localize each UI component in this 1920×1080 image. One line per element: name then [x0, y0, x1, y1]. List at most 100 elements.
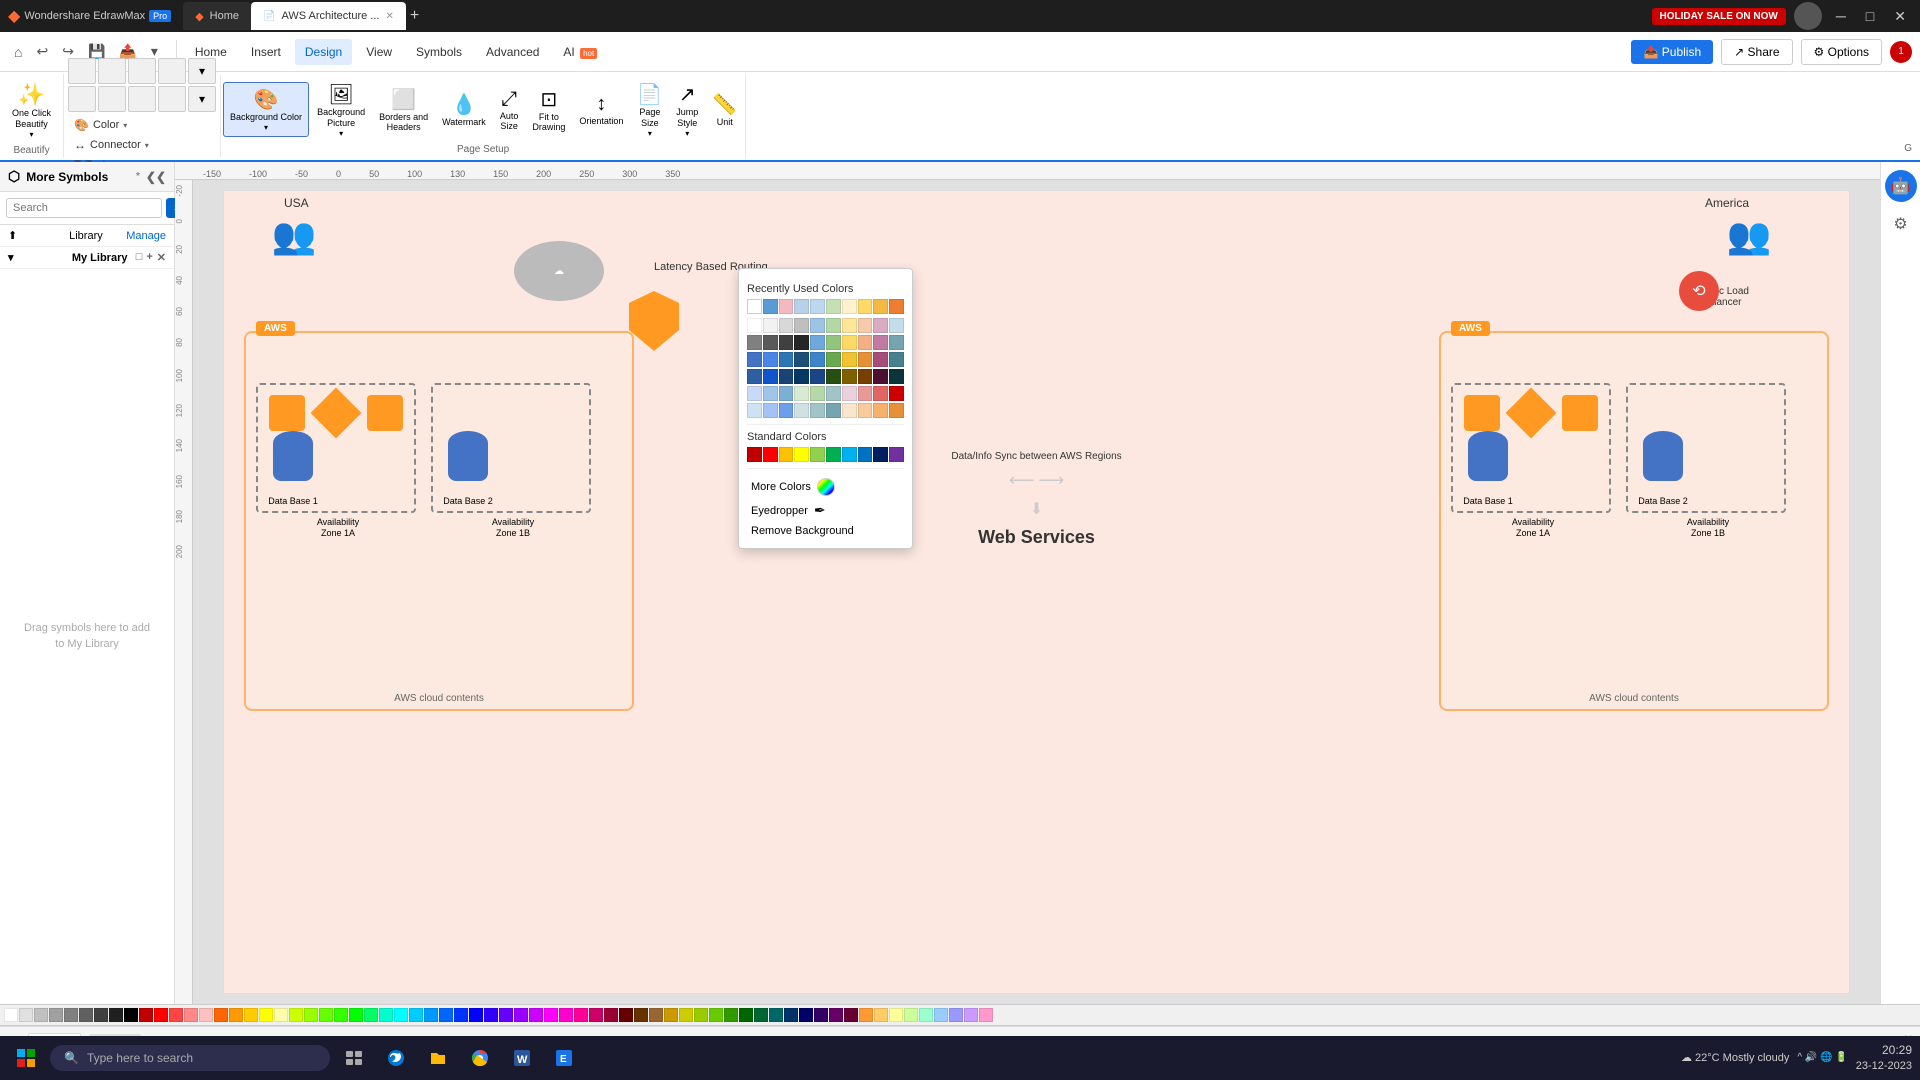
tc-5-2[interactable] — [763, 386, 778, 401]
palette-swatch[interactable] — [949, 1008, 963, 1022]
one-click-beautify-button[interactable]: ✨ One ClickBeautify ▾ — [6, 78, 57, 143]
undo-icon[interactable]: ↩ — [30, 37, 54, 66]
tc-3-1[interactable] — [747, 352, 762, 367]
palette-swatch[interactable] — [979, 1008, 993, 1022]
tc-2-4[interactable] — [794, 335, 809, 350]
swatch-ltblue[interactable] — [794, 299, 809, 314]
tab-aws[interactable]: 📄 AWS Architecture ... ✕ — [251, 2, 406, 30]
palette-swatch[interactable] — [964, 1008, 978, 1022]
tc-2-3[interactable] — [779, 335, 794, 350]
swatch-ltyellow[interactable] — [842, 299, 857, 314]
tc-3-8[interactable] — [858, 352, 873, 367]
palette-swatch[interactable] — [709, 1008, 723, 1022]
palette-swatch[interactable] — [889, 1008, 903, 1022]
tc-5-3[interactable] — [779, 386, 794, 401]
tc-3-7[interactable] — [842, 352, 857, 367]
tc-1-1[interactable] — [747, 318, 762, 333]
tc-2-5[interactable] — [810, 335, 825, 350]
expand-icon[interactable]: ▾ — [8, 251, 68, 264]
menu-view[interactable]: View — [356, 39, 402, 65]
tab-close-icon[interactable]: ✕ — [385, 11, 393, 22]
manage-link[interactable]: Manage — [126, 230, 166, 242]
jump-style-button[interactable]: ↗ JumpStyle ▾ — [670, 78, 704, 142]
eyedropper-row[interactable]: Eyedropper ✒ — [747, 499, 904, 522]
tab-home[interactable]: ◆ Home — [183, 2, 251, 30]
style-btn-2[interactable] — [98, 58, 126, 84]
add-item-icon[interactable]: + — [146, 251, 152, 264]
palette-swatch[interactable] — [319, 1008, 333, 1022]
style-btn-more[interactable]: ▾ — [188, 58, 216, 84]
std-6[interactable] — [826, 447, 841, 462]
palette-swatch[interactable] — [229, 1008, 243, 1022]
ai-panel-icon[interactable]: 🤖 — [1885, 170, 1917, 202]
palette-swatch[interactable] — [124, 1008, 138, 1022]
palette-swatch[interactable] — [604, 1008, 618, 1022]
tc-6-8[interactable] — [858, 403, 873, 418]
search-input[interactable] — [6, 198, 162, 218]
orientation-button[interactable]: ↕ Orientation — [573, 89, 629, 131]
close-library-icon[interactable]: ✕ — [157, 251, 166, 264]
swatch-ltblue2[interactable] — [810, 299, 825, 314]
tc-3-2[interactable] — [763, 352, 778, 367]
menu-advanced[interactable]: Advanced — [476, 39, 549, 65]
tc-1-8[interactable] — [858, 318, 873, 333]
palette-swatch[interactable] — [304, 1008, 318, 1022]
tc-5-4[interactable] — [794, 386, 809, 401]
palette-swatch[interactable] — [724, 1008, 738, 1022]
palette-swatch[interactable] — [139, 1008, 153, 1022]
file-explorer-icon[interactable] — [420, 1040, 456, 1076]
tc-6-3[interactable] — [779, 403, 794, 418]
taskbar-search-box[interactable]: 🔍 Type here to search — [50, 1045, 330, 1071]
menu-ai[interactable]: AI hot — [553, 39, 607, 65]
tc-3-4[interactable] — [794, 352, 809, 367]
tc-5-5[interactable] — [810, 386, 825, 401]
palette-swatch[interactable] — [454, 1008, 468, 1022]
tc-3-6[interactable] — [826, 352, 841, 367]
borders-headers-button[interactable]: ⬜ Borders andHeaders — [373, 83, 434, 138]
tc-6-1[interactable] — [747, 403, 762, 418]
home-nav-icon[interactable]: ⌂ — [8, 38, 28, 66]
style-btn-5[interactable] — [68, 86, 96, 112]
swatch-ltgreen[interactable] — [826, 299, 841, 314]
user-avatar[interactable] — [1794, 2, 1822, 30]
style-btn-8[interactable] — [158, 86, 186, 112]
palette-swatch[interactable] — [499, 1008, 513, 1022]
palette-swatch[interactable] — [439, 1008, 453, 1022]
palette-swatch[interactable] — [814, 1008, 828, 1022]
style-btn-7[interactable] — [128, 86, 156, 112]
palette-swatch[interactable] — [859, 1008, 873, 1022]
palette-swatch[interactable] — [49, 1008, 63, 1022]
style-btn-4[interactable] — [158, 58, 186, 84]
tc-2-1[interactable] — [747, 335, 762, 350]
swatch-white[interactable] — [747, 299, 762, 314]
palette-swatch[interactable] — [199, 1008, 213, 1022]
maximize-button[interactable]: □ — [1860, 8, 1880, 24]
style-btn-more2[interactable]: ▾ — [188, 86, 216, 112]
tc-1-9[interactable] — [873, 318, 888, 333]
style-btn-6[interactable] — [98, 86, 126, 112]
tc-1-5[interactable] — [810, 318, 825, 333]
tc-4-6[interactable] — [826, 369, 841, 384]
palette-swatch[interactable] — [19, 1008, 33, 1022]
palette-swatch[interactable] — [784, 1008, 798, 1022]
collapse-icon[interactable]: ❮❮ — [146, 170, 166, 184]
std-4[interactable] — [794, 447, 809, 462]
share-button[interactable]: ↗ Share — [1721, 39, 1792, 65]
palette-swatch[interactable] — [904, 1008, 918, 1022]
background-picture-button[interactable]: 🖼 BackgroundPicture ▾ — [311, 78, 371, 142]
std-5[interactable] — [810, 447, 825, 462]
palette-swatch[interactable] — [379, 1008, 393, 1022]
palette-swatch[interactable] — [769, 1008, 783, 1022]
tc-2-7[interactable] — [842, 335, 857, 350]
std-10[interactable] — [889, 447, 904, 462]
tc-2-8[interactable] — [858, 335, 873, 350]
palette-swatch[interactable] — [484, 1008, 498, 1022]
tc-4-7[interactable] — [842, 369, 857, 384]
palette-swatch[interactable] — [664, 1008, 678, 1022]
minimize-button[interactable]: ─ — [1830, 8, 1852, 24]
word-icon[interactable]: W — [504, 1040, 540, 1076]
palette-swatch[interactable] — [394, 1008, 408, 1022]
tc-2-10[interactable] — [889, 335, 904, 350]
properties-icon[interactable]: ⚙ — [1885, 208, 1917, 240]
tc-2-2[interactable] — [763, 335, 778, 350]
